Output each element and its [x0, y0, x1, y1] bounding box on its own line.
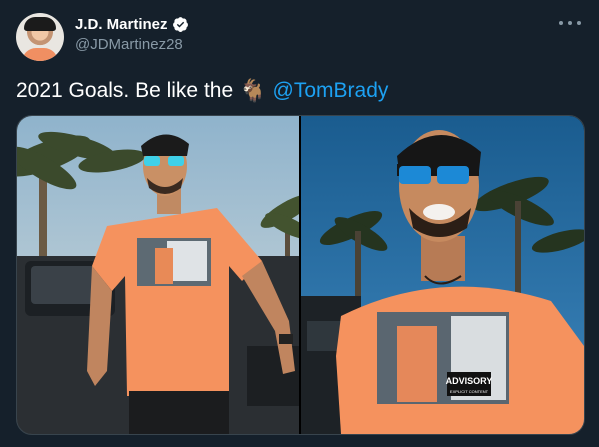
photo-right-image: ADVISORY EXPLICIT CONTENT [301, 116, 584, 434]
more-dot [568, 21, 572, 25]
photo-left[interactable] [17, 116, 299, 434]
more-dot [577, 21, 581, 25]
tweet-text-body: 2021 Goals. Be like the [16, 79, 234, 102]
more-options-icon[interactable] [559, 16, 581, 30]
avatar-cap [24, 17, 56, 31]
avatar[interactable] [16, 13, 64, 61]
avatar-shirt [22, 48, 58, 61]
tweet-card: J.D. Martinez @JDMartinez28 2021 Goals. … [0, 0, 599, 447]
media-grid: ADVISORY EXPLICIT CONTENT [16, 115, 585, 435]
more-dot [559, 21, 563, 25]
author-name-row[interactable]: J.D. Martinez [75, 14, 189, 34]
advisory-label: ADVISORY [446, 376, 493, 386]
photo-right[interactable]: ADVISORY EXPLICIT CONTENT [301, 116, 584, 434]
verified-badge-icon [172, 16, 188, 32]
mention-link[interactable]: @TomBrady [273, 77, 389, 105]
tweet-text: 2021 Goals. Be like the 🐐 @TomBrady [16, 77, 388, 105]
display-name[interactable]: J.D. Martinez [75, 16, 168, 33]
advisory-sublabel: EXPLICIT CONTENT [450, 389, 489, 394]
photo-left-image [17, 116, 299, 434]
goat-icon: 🐐 [239, 78, 267, 103]
author-handle[interactable]: @JDMartinez28 [75, 36, 183, 53]
